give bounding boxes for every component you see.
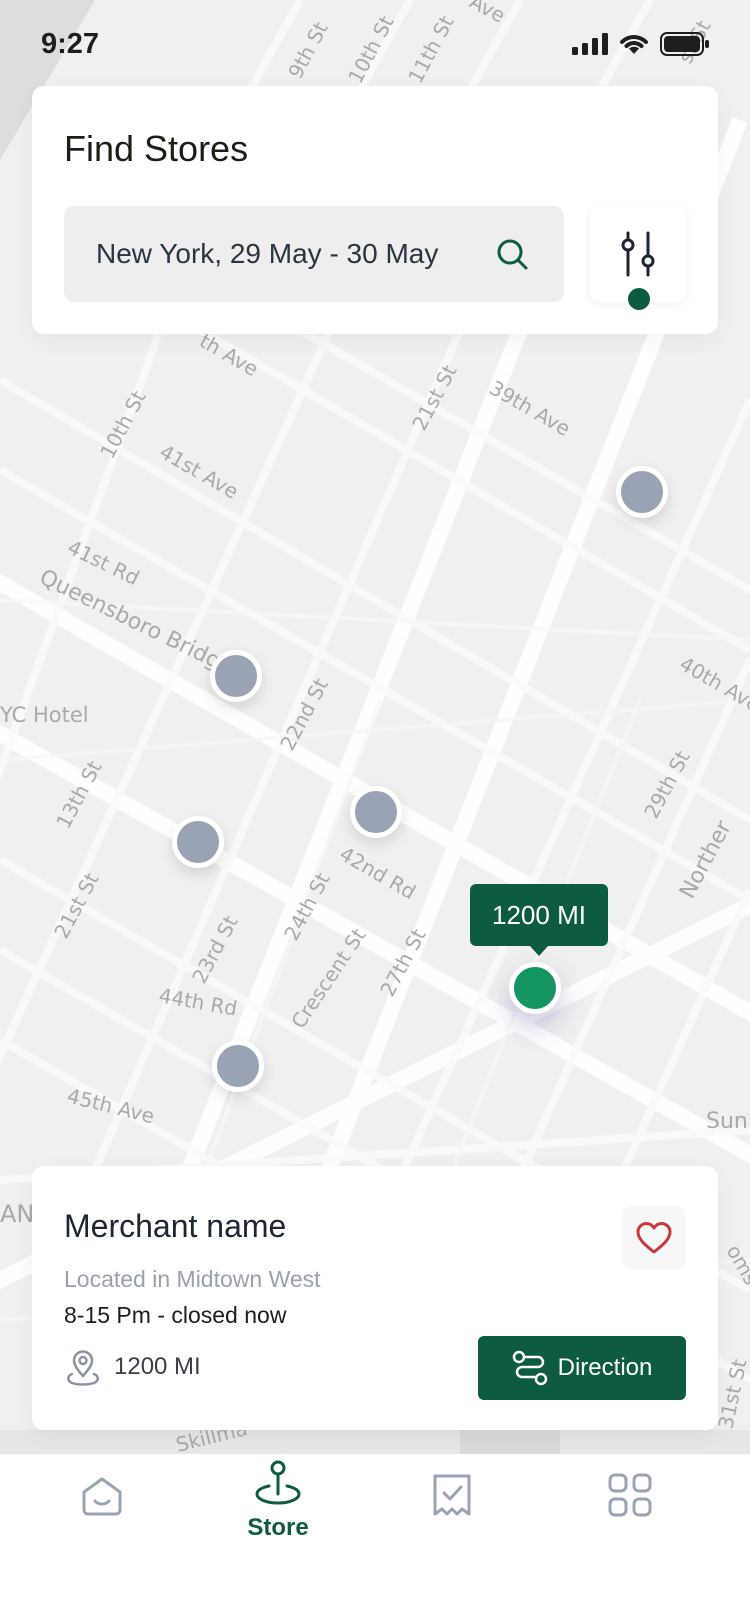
merchant-location: Located in Midtown West bbox=[64, 1266, 321, 1292]
map-pin-active[interactable] bbox=[509, 962, 561, 1014]
status-time: 9:27 bbox=[41, 28, 100, 60]
signal-icon bbox=[572, 33, 608, 55]
merchant-distance-value: 1200 MI bbox=[114, 1353, 201, 1380]
nav-more[interactable] bbox=[536, 1454, 724, 1600]
map-pin[interactable] bbox=[212, 1040, 264, 1092]
sliders-icon bbox=[621, 231, 655, 277]
wifi-icon bbox=[620, 35, 648, 54]
search-icon[interactable] bbox=[494, 236, 530, 272]
map-label: AN bbox=[0, 1200, 34, 1228]
receipt-check-icon bbox=[433, 1474, 471, 1516]
direction-button-label: Direction bbox=[557, 1354, 653, 1381]
find-stores-card: Find Stores New York, 29 May - 30 May bbox=[32, 86, 718, 334]
store-location-icon bbox=[255, 1460, 301, 1505]
map-pin[interactable] bbox=[172, 816, 224, 868]
direction-button[interactable]: Direction bbox=[478, 1336, 686, 1400]
search-input[interactable]: New York, 29 May - 30 May bbox=[64, 206, 564, 302]
search-input-value: New York, 29 May - 30 May bbox=[96, 238, 439, 269]
route-icon bbox=[512, 1350, 547, 1386]
favorite-button[interactable] bbox=[622, 1206, 686, 1270]
status-bar: 9:27 bbox=[0, 0, 750, 90]
pin-distance-tag: 1200 MI bbox=[470, 884, 608, 956]
nav-orders[interactable] bbox=[358, 1454, 546, 1600]
status-icons bbox=[572, 32, 710, 56]
page-title: Find Stores bbox=[64, 128, 249, 169]
grid-menu-icon bbox=[608, 1473, 652, 1517]
merchant-name: Merchant name bbox=[64, 1208, 287, 1244]
battery-icon bbox=[660, 32, 709, 56]
merchant-card[interactable]: Merchant name Located in Midtown West 8-… bbox=[32, 1166, 718, 1430]
home-icon bbox=[82, 1477, 122, 1516]
map-pin[interactable] bbox=[616, 466, 668, 518]
location-pin-icon bbox=[67, 1350, 99, 1386]
nav-store-label: Store bbox=[247, 1514, 309, 1541]
map-label: Sunn bbox=[706, 1109, 750, 1134]
map-label: YC Hotel bbox=[0, 703, 89, 727]
nav-store[interactable]: Store bbox=[184, 1454, 372, 1600]
nav-home[interactable] bbox=[8, 1454, 196, 1600]
map-pin[interactable] bbox=[350, 786, 402, 838]
filter-button[interactable] bbox=[590, 206, 686, 310]
map-pin[interactable] bbox=[210, 650, 262, 702]
merchant-hours: 8-15 Pm - closed now bbox=[64, 1302, 287, 1328]
filter-active-dot bbox=[628, 288, 650, 310]
heart-icon bbox=[636, 1222, 672, 1254]
bottom-nav: Store bbox=[0, 1454, 750, 1600]
merchant-distance: 1200 MI bbox=[64, 1348, 201, 1386]
